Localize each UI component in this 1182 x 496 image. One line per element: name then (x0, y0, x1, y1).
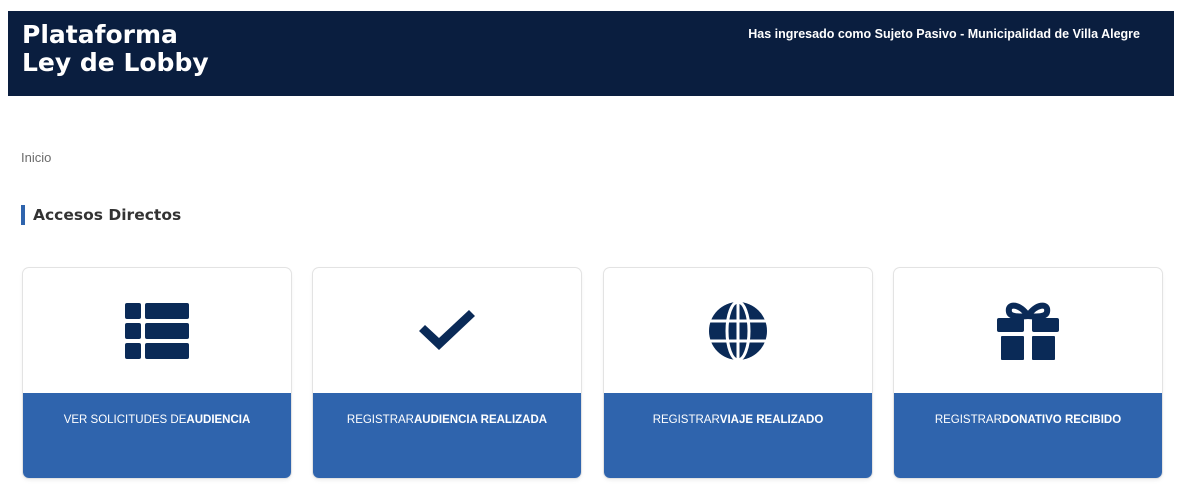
globe-icon (709, 300, 767, 361)
card-registrar-donativo[interactable]: REGISTRAR DONATIVO RECIBIDO (894, 268, 1162, 478)
top-header: Plataforma Ley de Lobby Has ingresado co… (8, 11, 1174, 96)
card-label: REGISTRAR AUDIENCIA REALIZADA (313, 393, 581, 478)
list-icon (125, 302, 189, 359)
gift-icon (997, 302, 1059, 360)
session-info: Has ingresado como Sujeto Pasivo - Munic… (748, 27, 1140, 41)
brand-logo[interactable]: Plataforma Ley de Lobby (22, 21, 209, 77)
brand-line-2: Ley de Lobby (22, 48, 209, 77)
card-label: REGISTRAR VIAJE REALIZADO (604, 393, 872, 478)
card-ver-solicitudes[interactable]: VER SOLICITUDES DE AUDIENCIA (23, 268, 291, 478)
section-title: Accesos Directos (21, 205, 181, 225)
card-registrar-viaje[interactable]: REGISTRAR VIAJE REALIZADO (604, 268, 872, 478)
card-label: REGISTRAR DONATIVO RECIBIDO (894, 393, 1162, 478)
card-label: VER SOLICITUDES DE AUDIENCIA (23, 393, 291, 478)
breadcrumb[interactable]: Inicio (21, 150, 51, 165)
card-registrar-audiencia[interactable]: REGISTRAR AUDIENCIA REALIZADA (313, 268, 581, 478)
brand-line-1: Plataforma (22, 20, 178, 49)
check-icon (419, 309, 475, 350)
